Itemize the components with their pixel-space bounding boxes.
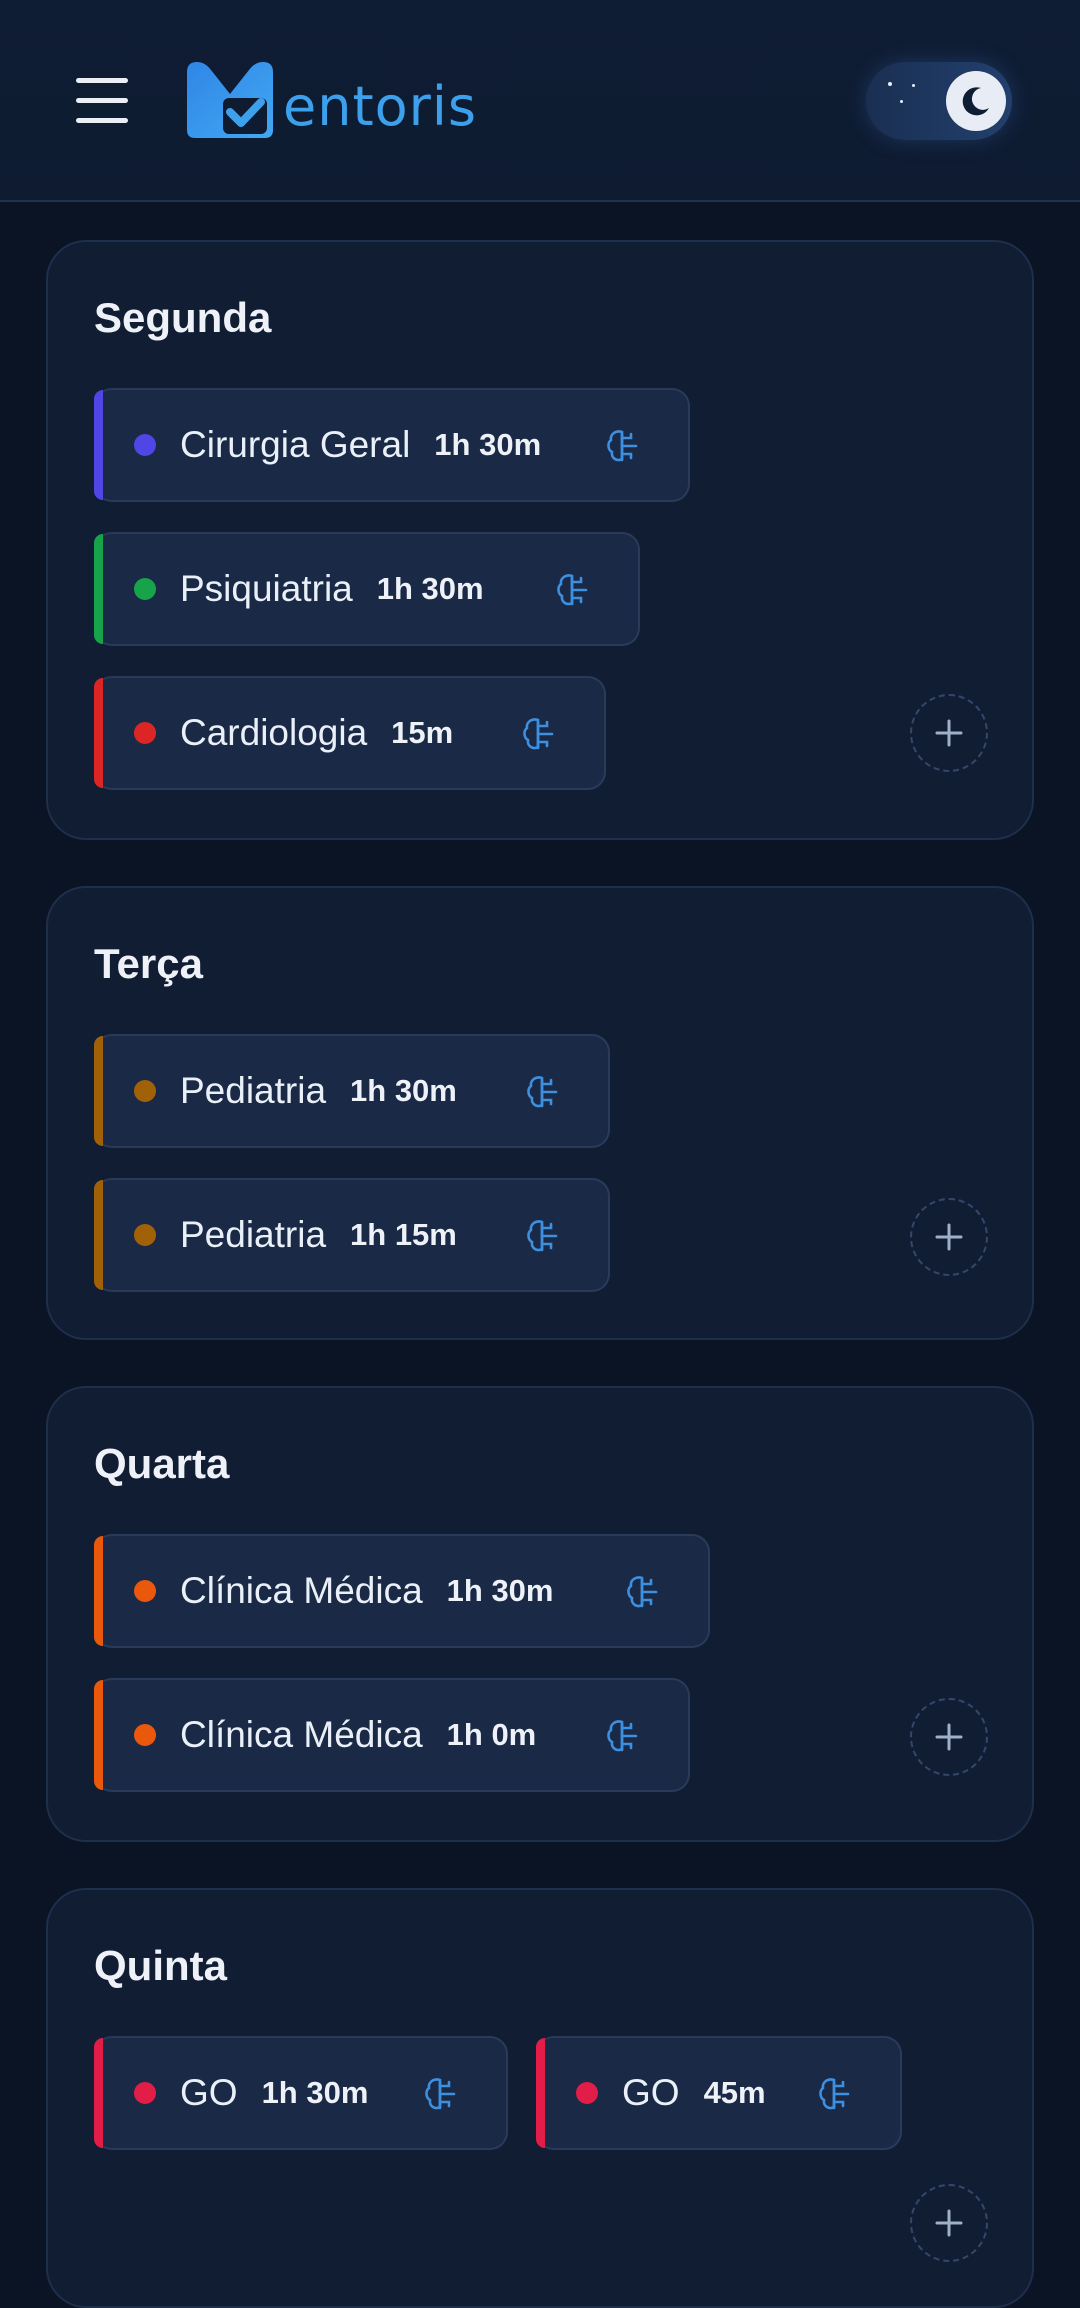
subject-name: Cardiologia [180, 712, 368, 753]
plus-icon [935, 2209, 963, 2237]
day-card-quinta: Quinta GO 1h 30m GO 45m [46, 1888, 1034, 2308]
subject-duration: 1h 30m [350, 1073, 457, 1108]
subject-name: Cirurgia Geral [180, 424, 411, 465]
subject-duration: 1h 30m [434, 427, 542, 462]
day-title: Segunda [94, 294, 272, 341]
subject-accent [94, 1536, 103, 1646]
day-title: Quinta [94, 1942, 227, 1989]
brain-icon[interactable] [424, 2076, 458, 2112]
add-subject-button[interactable] [910, 1198, 988, 1276]
add-subject-button[interactable] [910, 2184, 988, 2262]
subject-chip[interactable]: Clínica Médica 1h 0m [94, 1678, 690, 1792]
subject-chip[interactable]: Cardiologia 15m [94, 676, 606, 790]
subject-duration: 1h 0m [446, 1717, 537, 1752]
star-icon [912, 84, 915, 87]
star-icon [888, 82, 892, 86]
subject-duration: 1h 30m [261, 2075, 369, 2110]
subject-color-dot [134, 722, 156, 744]
subject-accent [94, 1180, 103, 1290]
subject-duration: 1h 30m [446, 1573, 554, 1608]
brain-icon[interactable] [626, 1574, 660, 1610]
brain-icon[interactable] [818, 2076, 852, 2112]
day-card-quarta: Quarta Clínica Médica 1h 30m Clínica Méd… [46, 1386, 1034, 1842]
day-card-terca: Terça Pediatria 1h 30m Pediatria 1h 15m [46, 886, 1034, 1340]
day-title: Terça [94, 940, 203, 987]
brain-icon[interactable] [606, 1718, 640, 1754]
subject-duration: 45m [703, 2075, 766, 2110]
subject-chip[interactable]: Psiquiatria 1h 30m [94, 532, 640, 646]
hamburger-icon[interactable] [76, 78, 128, 124]
subject-color-dot [134, 1724, 156, 1746]
subject-color-dot [134, 1224, 156, 1246]
subject-name: Pediatria [180, 1214, 327, 1255]
subject-name: Clínica Médica [180, 1714, 423, 1755]
logo-text: entoris [283, 75, 477, 138]
brain-icon[interactable] [522, 716, 556, 752]
subject-chip[interactable]: Pediatria 1h 30m [94, 1034, 610, 1148]
subject-name: Clínica Médica [180, 1570, 423, 1611]
subject-color-dot [134, 2082, 156, 2104]
subject-color-dot [134, 434, 156, 456]
subject-color-dot [576, 2082, 598, 2104]
subject-chip[interactable]: GO 45m [536, 2036, 902, 2150]
subject-name: GO [622, 2072, 680, 2113]
subject-accent [94, 678, 103, 788]
plus-icon [935, 1223, 963, 1251]
brain-icon[interactable] [526, 1218, 560, 1254]
top-bar: entoris [0, 0, 1080, 202]
plus-icon [935, 719, 963, 747]
subject-accent [94, 2038, 103, 2148]
theme-toggle[interactable] [866, 62, 1012, 140]
subject-chip[interactable]: GO 1h 30m [94, 2036, 508, 2150]
brain-icon[interactable] [526, 1074, 560, 1110]
subject-accent [94, 534, 103, 644]
subject-duration: 1h 30m [376, 571, 484, 606]
subject-accent [536, 2038, 545, 2148]
day-card-segunda: Segunda Cirurgia Geral 1h 30m Psiquiatri… [46, 240, 1034, 840]
subject-accent [94, 1036, 103, 1146]
subject-chip[interactable]: Pediatria 1h 15m [94, 1178, 610, 1292]
subject-name: Pediatria [180, 1070, 327, 1111]
add-subject-button[interactable] [910, 694, 988, 772]
day-title: Quarta [94, 1440, 230, 1487]
subject-accent [94, 1680, 103, 1790]
subject-name: Psiquiatria [180, 568, 353, 609]
subject-duration: 15m [391, 715, 454, 750]
subject-accent [94, 390, 103, 500]
subject-name: GO [180, 2072, 238, 2113]
subject-chip[interactable]: Clínica Médica 1h 30m [94, 1534, 710, 1648]
subject-color-dot [134, 1080, 156, 1102]
mentoris-logo[interactable]: entoris [183, 60, 477, 140]
brain-icon[interactable] [606, 428, 640, 464]
add-subject-button[interactable] [910, 1698, 988, 1776]
plus-icon [935, 1723, 963, 1751]
logo-mark-icon [187, 62, 273, 138]
star-icon [900, 100, 903, 103]
moon-icon [946, 71, 1006, 131]
brain-icon[interactable] [556, 572, 590, 608]
subject-color-dot [134, 578, 156, 600]
subject-color-dot [134, 1580, 156, 1602]
subject-duration: 1h 15m [350, 1217, 457, 1252]
subject-chip[interactable]: Cirurgia Geral 1h 30m [94, 388, 690, 502]
